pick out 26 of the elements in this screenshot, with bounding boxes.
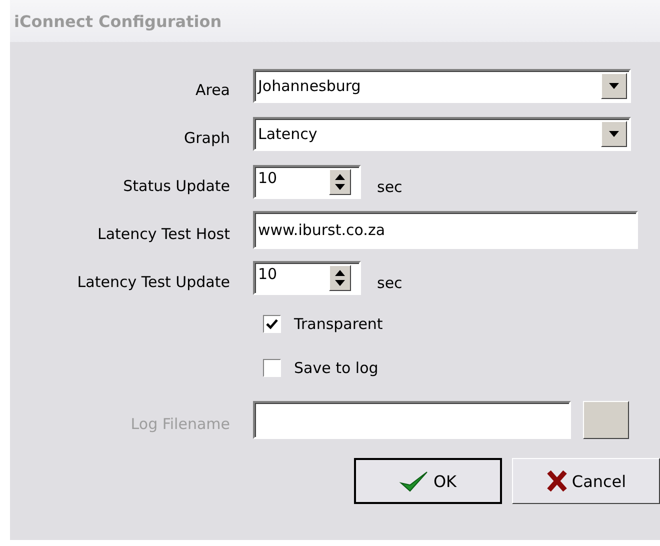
checkbox[interactable] xyxy=(263,315,281,333)
dropdown[interactable]: Johannesburg xyxy=(253,69,631,103)
field-label: Log Filename xyxy=(130,414,231,433)
field-label: Latency Test Update xyxy=(76,272,231,291)
window-title: iConnect Configuration xyxy=(10,0,660,42)
cross-icon xyxy=(546,469,568,493)
checkbox-label[interactable]: Save to log xyxy=(294,359,378,377)
checkmark-icon xyxy=(399,469,430,493)
spin-arrows-icon[interactable] xyxy=(329,265,351,291)
unit-label: sec xyxy=(377,177,402,196)
field-label: Latency Test Host xyxy=(96,224,231,243)
spin-field[interactable]: 10 xyxy=(253,261,361,295)
ok-button[interactable]: OK xyxy=(354,458,502,504)
browse-button[interactable] xyxy=(583,401,629,439)
field-label: Status Update xyxy=(122,176,231,195)
checkbox-label[interactable]: Transparent xyxy=(294,315,383,333)
field-label: Graph xyxy=(182,128,231,147)
unit-label: sec xyxy=(377,273,402,292)
checkbox[interactable] xyxy=(263,359,281,377)
dropdown[interactable]: Latency xyxy=(253,117,631,151)
cancel-button[interactable]: Cancel xyxy=(512,458,660,504)
input-field[interactable]: www.iburst.co.za xyxy=(253,211,638,249)
input-field[interactable] xyxy=(253,401,571,439)
field-label: Area xyxy=(194,80,231,99)
spin-arrows-icon[interactable] xyxy=(329,169,351,195)
spin-field[interactable]: 10 xyxy=(253,165,361,199)
